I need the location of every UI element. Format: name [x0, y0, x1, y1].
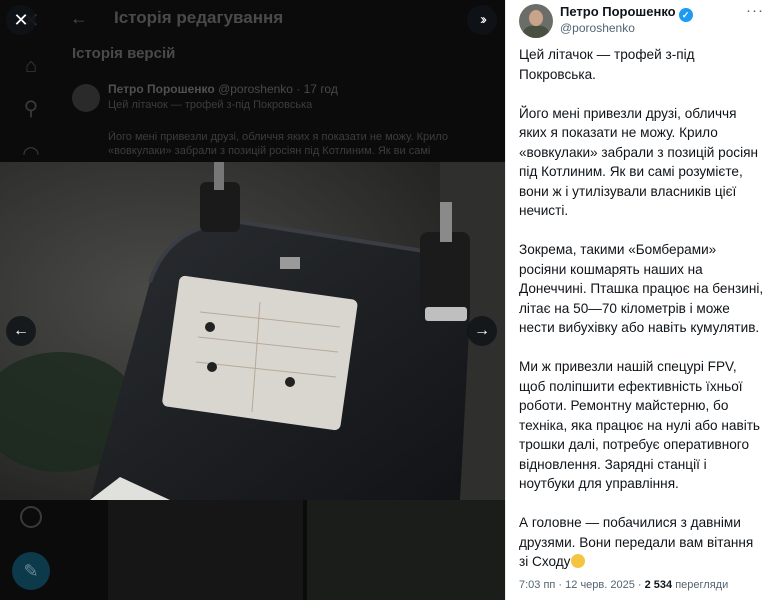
back-arrow-icon: ←	[70, 8, 88, 28]
background-line: «вовкулаки» забрали з позицій росіян під…	[108, 145, 431, 157]
smiling-face-emoji-icon	[571, 554, 586, 568]
views-label: перегляди	[672, 579, 729, 591]
tweet-text: Цей літачок — трофей з-під Покровська. Й…	[519, 45, 765, 591]
double-chevron-right-icon[interactable]: ››	[467, 5, 497, 35]
tweet-meta: 7:03 пп · 12 черв. 2025 · 2 534 перегляд…	[519, 579, 728, 591]
tweet-paragraph: Цей літачок — трофей з-під Покровська.	[519, 47, 695, 82]
drone-photo-image	[0, 162, 505, 500]
background-line: Цей літачок — трофей з-під Покровська	[108, 99, 313, 111]
background-author-name: Петро Порошенко	[108, 82, 215, 96]
background-page: ✕ ⌂ ⚲ ◠ ← Історія редагування Історія ве…	[0, 0, 505, 600]
previous-image-button[interactable]: ←	[6, 316, 36, 346]
author-handle[interactable]: @poroshenko	[560, 21, 635, 35]
avatar[interactable]	[519, 4, 553, 38]
background-title: Історія редагування	[114, 8, 284, 27]
tweet-paragraph: Його мені привезли друзі, обличчя яких я…	[519, 105, 758, 219]
background-header: ← Історія редагування	[62, 0, 505, 38]
author-name[interactable]: Петро Порошенко ✓	[560, 4, 693, 22]
avatar-head	[529, 10, 543, 26]
tweet-paragraph-last: А головне — побачилися з давніми друзями…	[519, 513, 765, 572]
author-name-text: Петро Порошенко	[560, 4, 676, 19]
close-button[interactable]: ✕	[6, 5, 36, 35]
tweet-panel: Петро Порошенко ✓ @poroshenko ··· Цей літ…	[505, 0, 769, 600]
verified-badge-icon: ✓	[678, 8, 693, 22]
background-author: Петро Порошенко @poroshenko · 17 год	[108, 82, 338, 96]
thumbnail[interactable]	[108, 500, 303, 600]
background-author-meta: @poroshenko · 17 год	[218, 82, 338, 96]
tweet-paragraph: Ми ж привезли нашій спецурі FPV, щоб пол…	[519, 359, 761, 491]
next-image-button[interactable]: →	[467, 316, 497, 346]
background-line: Його мені привезли друзі, обличчя яких я…	[108, 131, 448, 143]
compose-feather-icon[interactable]: ✎	[12, 552, 50, 590]
background-avatar	[72, 84, 100, 112]
tweet-paragraph: Зокрема, такими «Бомберами» росіяни кошм…	[519, 242, 764, 335]
more-circle-icon	[20, 506, 42, 528]
more-options-icon[interactable]: ···	[746, 2, 764, 19]
screen: ✕ ⌂ ⚲ ◠ ← Історія редагування Історія ве…	[0, 0, 769, 600]
thumbnail[interactable]	[307, 500, 505, 600]
avatar-body	[523, 26, 549, 38]
search-icon: ⚲	[23, 98, 39, 120]
thumbnail-strip	[108, 500, 505, 600]
views-count: 2 534	[644, 579, 673, 591]
tweet-paragraph-text: А головне — побачилися з давніми друзями…	[519, 515, 754, 569]
background-section-title: Історія версій	[72, 45, 176, 62]
tweet-time[interactable]: 7:03 пп · 12 черв. 2025 ·	[519, 579, 645, 591]
home-icon: ⌂	[24, 55, 38, 77]
drone-photo	[0, 162, 505, 500]
